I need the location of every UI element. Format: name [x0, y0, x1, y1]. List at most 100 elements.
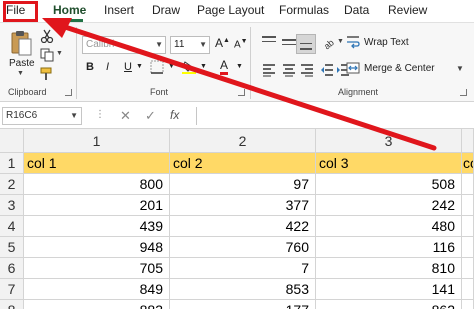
row-header[interactable]: 5: [0, 237, 24, 258]
insert-function-icon[interactable]: fx: [170, 108, 179, 122]
font-group-label: Font: [150, 87, 169, 97]
table-cell[interactable]: 508: [316, 174, 462, 195]
table-cell[interactable]: [462, 279, 474, 300]
underline-dropdown-icon[interactable]: ▼: [136, 59, 143, 75]
merge-center-dropdown-icon[interactable]: ▼: [456, 64, 464, 73]
tab-draw[interactable]: Draw: [152, 3, 180, 17]
table-cell[interactable]: [462, 300, 474, 309]
increase-font-size-icon[interactable]: A▲: [215, 36, 230, 50]
tab-insert[interactable]: Insert: [104, 3, 134, 17]
top-align-icon[interactable]: [258, 32, 278, 52]
table-cell[interactable]: 439: [24, 216, 170, 237]
table-header-cell[interactable]: col 2: [170, 153, 316, 174]
more-options-icon[interactable]: ⋮: [95, 109, 105, 120]
table-cell[interactable]: [462, 258, 474, 279]
row-header[interactable]: 4: [0, 216, 24, 237]
table-cell[interactable]: 883: [24, 300, 170, 309]
merge-center-button[interactable]: Merge & Center: [364, 63, 435, 74]
table-cell[interactable]: 377: [170, 195, 316, 216]
row-header[interactable]: 3: [0, 195, 24, 216]
orientation-dropdown-icon[interactable]: ▼: [337, 38, 344, 45]
table-header-cell[interactable]: col 3: [316, 153, 462, 174]
table-cell[interactable]: [462, 195, 474, 216]
name-box[interactable]: R16C6 ▼: [2, 107, 82, 125]
table-cell[interactable]: 201: [24, 195, 170, 216]
font-color-dropdown-icon[interactable]: ▼: [236, 59, 243, 75]
fill-color-icon[interactable]: [182, 60, 196, 74]
table-cell[interactable]: 116: [316, 237, 462, 258]
fill-color-dropdown-icon[interactable]: ▼: [200, 59, 207, 75]
underline-button[interactable]: U: [124, 59, 132, 75]
table-cell[interactable]: 849: [24, 279, 170, 300]
decrease-font-size-icon[interactable]: A▼: [234, 38, 248, 50]
table-cell[interactable]: 810: [316, 258, 462, 279]
table-cell[interactable]: 177: [170, 300, 316, 309]
column-header[interactable]: [462, 129, 474, 153]
table-header-cell[interactable]: co: [462, 153, 474, 174]
table-cell[interactable]: 7: [170, 258, 316, 279]
wrap-text-button[interactable]: Wrap Text: [364, 37, 409, 48]
table-cell[interactable]: 948: [24, 237, 170, 258]
column-header[interactable]: 1: [24, 129, 170, 153]
tab-data[interactable]: Data: [344, 3, 369, 17]
row-header[interactable]: 7: [0, 279, 24, 300]
table-cell[interactable]: 705: [24, 258, 170, 279]
ribbon-tabs: File Home Insert Draw Page Layout Formul…: [0, 0, 474, 22]
row-header[interactable]: 2: [0, 174, 24, 195]
format-painter-icon[interactable]: [40, 67, 54, 81]
table-cell[interactable]: 853: [170, 279, 316, 300]
italic-button[interactable]: I: [106, 59, 109, 75]
copy-icon[interactable]: [40, 48, 54, 62]
alignment-launcher-icon[interactable]: [460, 89, 467, 96]
align-center-icon[interactable]: [282, 63, 296, 77]
table-cell[interactable]: [462, 237, 474, 258]
table-cell[interactable]: 800: [24, 174, 170, 195]
merge-center-icon[interactable]: [346, 61, 360, 75]
orientation-icon[interactable]: ab: [322, 36, 336, 50]
borders-icon[interactable]: [150, 60, 164, 74]
table-cell[interactable]: 480: [316, 216, 462, 237]
bottom-align-icon[interactable]: [296, 34, 316, 54]
row-header[interactable]: 8: [0, 300, 24, 309]
column-header[interactable]: 3: [316, 129, 462, 153]
tab-formulas[interactable]: Formulas: [279, 3, 329, 17]
file-highlight-box: [3, 1, 38, 22]
copy-dropdown-icon[interactable]: ▼: [56, 50, 63, 57]
tab-home[interactable]: Home: [53, 3, 86, 17]
row-header[interactable]: 1: [0, 153, 24, 174]
paste-dropdown-icon[interactable]: ▼: [17, 70, 24, 77]
table-cell[interactable]: [462, 174, 474, 195]
decrease-indent-icon[interactable]: [320, 63, 334, 77]
table-cell[interactable]: 242: [316, 195, 462, 216]
clipboard-launcher-icon[interactable]: [65, 89, 72, 96]
wrap-text-icon[interactable]: [346, 35, 360, 49]
font-launcher-icon[interactable]: [238, 89, 245, 96]
table-cell[interactable]: [462, 216, 474, 237]
bold-button[interactable]: B: [86, 59, 94, 75]
ribbon: Paste ▼ ▼ Clipboard Calibri ▼ 11 ▼ A▲ A▼…: [0, 22, 474, 102]
table-cell[interactable]: 422: [170, 216, 316, 237]
table-cell[interactable]: 862: [316, 300, 462, 309]
paste-button[interactable]: Paste: [9, 58, 35, 69]
column-header[interactable]: 2: [170, 129, 316, 153]
table-cell[interactable]: 760: [170, 237, 316, 258]
cancel-icon[interactable]: ✕: [120, 108, 131, 124]
borders-dropdown-icon[interactable]: ▼: [168, 59, 175, 75]
tab-page-layout[interactable]: Page Layout: [197, 3, 264, 17]
align-left-icon[interactable]: [262, 63, 276, 77]
table-cell[interactable]: 141: [316, 279, 462, 300]
row-header[interactable]: 6: [0, 258, 24, 279]
formula-input[interactable]: [196, 107, 474, 125]
font-size-box[interactable]: 11 ▼: [170, 36, 210, 54]
middle-align-icon[interactable]: [279, 32, 297, 52]
align-right-icon[interactable]: [300, 63, 314, 77]
enter-icon[interactable]: ✓: [145, 108, 156, 124]
table-cell[interactable]: 97: [170, 174, 316, 195]
tab-review[interactable]: Review: [388, 3, 427, 17]
paste-icon[interactable]: [10, 29, 32, 57]
font-color-icon[interactable]: A: [220, 59, 229, 75]
table-header-cell[interactable]: col 1: [24, 153, 170, 174]
cut-icon[interactable]: [40, 29, 54, 43]
select-all-corner[interactable]: [0, 129, 24, 153]
font-name-box[interactable]: Calibri ▼: [82, 36, 166, 54]
